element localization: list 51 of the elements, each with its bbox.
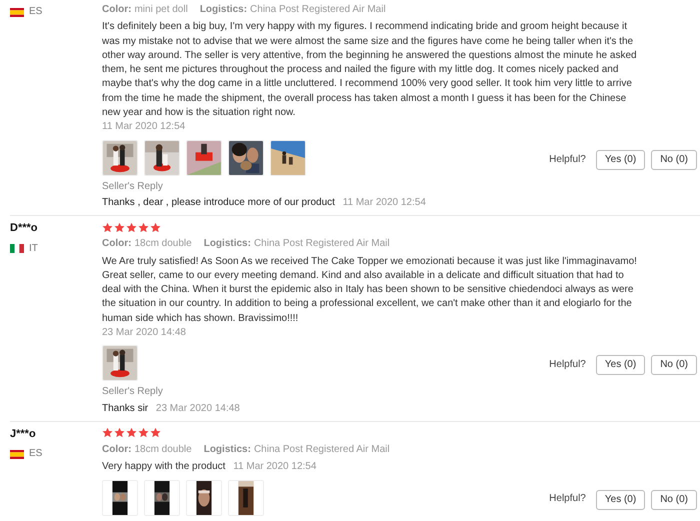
option-value: 18cm double — [134, 442, 192, 457]
no-button[interactable]: No (0) — [651, 490, 697, 510]
option-label: Color: — [102, 237, 132, 252]
star-icon — [138, 222, 149, 233]
logistics-label: Logistics: — [204, 237, 251, 252]
helpful-label: Helpful? — [549, 358, 586, 372]
star-icon — [114, 427, 125, 438]
star-icon — [138, 427, 149, 438]
option-label: Color: — [102, 3, 132, 17]
review-text: It's definitely been a big buy, I'm very happy with my figures. I recommend indicating bride and groom height because it was my mistake not to advise that we were almost the same size and the figures have come he being taller when it's the other way around. The seller is very attentive, from the beginning he answered the questions almost the minute he asked them, he sent me pictures throughout the process and nailed the figure with my little dog. It comes nicely packed and maybe that's why the dog came in a little uncluttered. I recommend 100% very good seller. It took him very little to arrive from the time he made the shipment, the overall process has taken almost a month I guess it has been for the Chinese new year and how is the situation right now. — [102, 21, 637, 118]
review-date: 11 Mar 2020 12:54 — [102, 120, 186, 134]
flag-icon — [10, 244, 24, 254]
star-icon — [126, 222, 137, 233]
user-name: D***o — [10, 221, 39, 236]
flag-icon — [10, 450, 24, 459]
helpful-label: Helpful? — [549, 492, 586, 506]
flag-icon — [10, 8, 24, 17]
logistics-label: Logistics: — [204, 442, 251, 457]
user-name: J***o — [10, 426, 37, 442]
country-code: ES — [29, 5, 42, 19]
country-code: IT — [29, 242, 38, 256]
star-icon — [114, 222, 125, 233]
reply-date: 11 Mar 2020 12:54 — [342, 196, 426, 208]
reply-text: Thanks sir — [102, 402, 148, 414]
review-date: 23 Mar 2020 14:48 — [102, 326, 186, 340]
logistics-value: China Post Registered Air Mail — [254, 442, 390, 457]
logistics-value: China Post Registered Air Mail — [250, 3, 386, 17]
reply-text: Thanks , dear , please introduce more of our product — [102, 196, 335, 208]
yes-button[interactable]: Yes (0) — [596, 490, 646, 510]
no-button[interactable]: No (0) — [651, 150, 697, 170]
star-icon — [102, 427, 113, 438]
no-button[interactable]: No (0) — [651, 355, 697, 376]
star-icon — [126, 427, 137, 438]
review-text: We Are truly satisfied! As Soon As we received The Cake Topper we emozionati because it was just like l'immaginavamo! Great seller, came to our every meeting demand. Kind and also available in a delicate and difficult situation that had to deal with the China. When it burst the epidemic also in Italy has been shown to be sensitive chiedendoci always as were the situation in our country. In addition to being a professional excellent, we can't make other than it and elogiarlo for the human side which has shown. Bravissimo!!!! — [102, 256, 637, 324]
reply-date: 23 Mar 2020 14:48 — [156, 402, 240, 414]
helpful-label: Helpful? — [549, 152, 586, 167]
star-icon — [150, 427, 161, 438]
review-date: 11 Mar 2020 12:54 — [233, 461, 316, 472]
option-value: 18cm double — [134, 237, 192, 252]
option-value: mini pet doll — [134, 3, 188, 17]
country-code: ES — [29, 447, 42, 462]
star-icon — [102, 222, 113, 233]
yes-button[interactable]: Yes (0) — [596, 355, 646, 376]
star-icon — [150, 222, 161, 233]
review-text: Very happy with the product — [102, 461, 226, 472]
yes-button[interactable]: Yes (0) — [596, 150, 646, 170]
reply-label: Seller's Reply — [102, 385, 164, 400]
logistics-label: Logistics: — [200, 3, 248, 17]
reply-label: Seller's Reply — [102, 180, 164, 194]
option-label: Color: — [102, 442, 132, 457]
logistics-value: China Post Registered Air Mail — [254, 237, 390, 252]
